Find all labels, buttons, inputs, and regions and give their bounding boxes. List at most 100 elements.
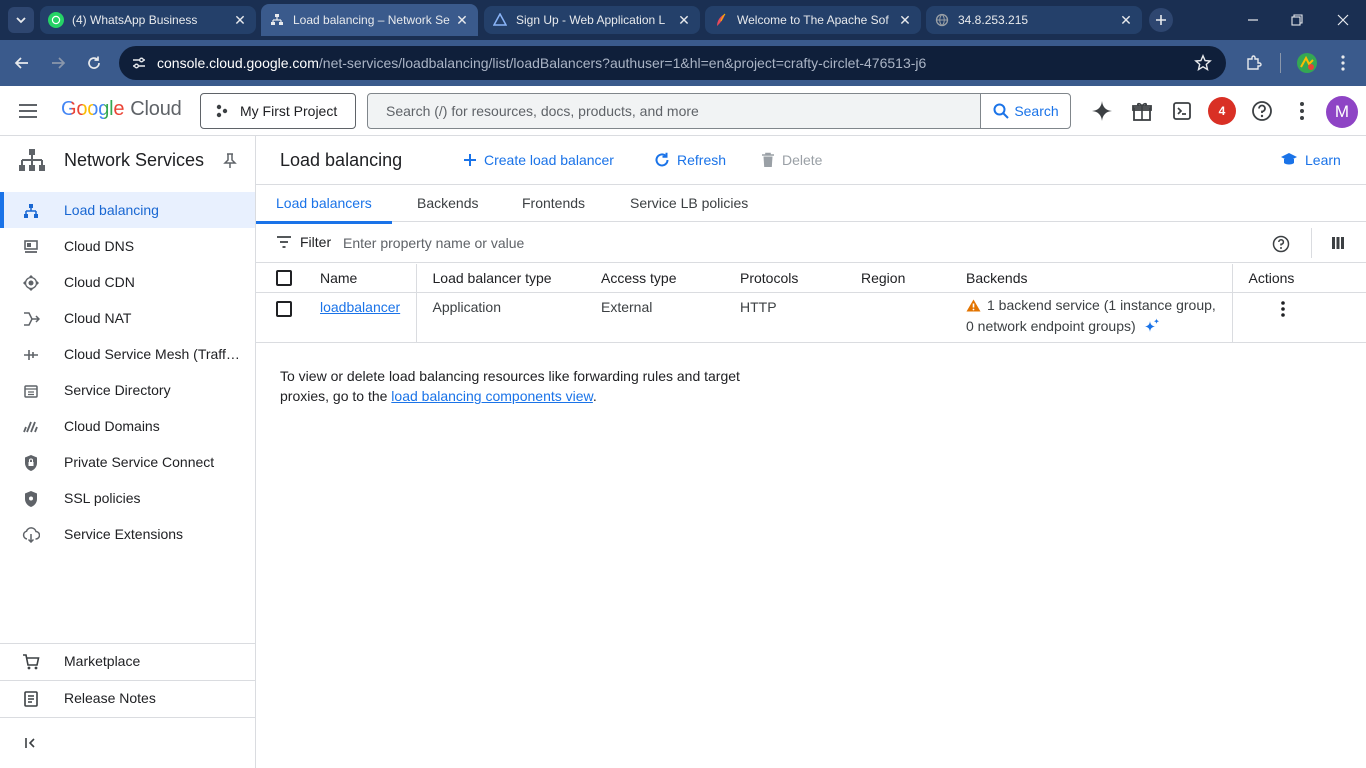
sidebar-item-label: Load balancing [64, 202, 159, 218]
extensions-puzzle-icon[interactable] [1241, 50, 1267, 76]
restore-window-icon[interactable] [1274, 0, 1320, 40]
sidebar-item-release-notes[interactable]: Release Notes [0, 680, 255, 716]
logo-google: Google [61, 98, 125, 120]
search-button[interactable]: Search [980, 94, 1070, 128]
search-input[interactable]: Search (/) for resources, docs, products… [368, 94, 980, 128]
delete-label: Delete [782, 152, 823, 168]
load-balancer-name-link[interactable]: loadbalancer [320, 299, 400, 315]
close-tab-icon[interactable]: ✕ [897, 12, 913, 28]
main-menu-icon[interactable] [16, 99, 40, 123]
release-notes-icon [22, 690, 40, 708]
profile-icon[interactable] [1294, 50, 1320, 76]
project-picker-button[interactable]: My First Project [200, 93, 356, 129]
sidebar-item-marketplace[interactable]: Marketplace [0, 643, 255, 679]
tab-search-button[interactable] [8, 7, 34, 33]
sidebar-item-private-service-connect[interactable]: Private Service Connect [0, 444, 255, 480]
ssl-shield-icon [22, 490, 40, 508]
sidebar-item-cloud-service-mesh[interactable]: Cloud Service Mesh (Traffic Director) [0, 336, 255, 372]
tab-load-balancers[interactable]: Load balancers [256, 185, 392, 224]
minimize-window-icon[interactable] [1230, 0, 1276, 40]
tab-frontends[interactable]: Frontends [522, 185, 585, 223]
sidebar-item-load-balancing[interactable]: Load balancing [0, 192, 255, 228]
domains-icon [22, 418, 40, 436]
browser-toolbar: console.cloud.google.com/net-services/lo… [0, 40, 1366, 86]
components-view-link[interactable]: load balancing components view [391, 388, 593, 404]
column-header-name[interactable]: Name [320, 264, 416, 293]
back-icon[interactable] [9, 50, 35, 76]
sidebar-item-label: Marketplace [64, 653, 141, 669]
browser-tab-strip: (4) WhatsApp Business ✕ Load balancing –… [0, 0, 1366, 40]
sidebar: Network Services Load balancing Cloud DN… [0, 136, 256, 768]
web-app-icon [492, 12, 508, 28]
tab-backends[interactable]: Backends [417, 185, 478, 223]
column-header-type[interactable]: Load balancer type [415, 264, 601, 293]
whatsapp-icon [48, 12, 64, 28]
cloud-shell-icon[interactable] [1170, 99, 1194, 123]
close-tab-icon[interactable]: ✕ [232, 12, 248, 28]
cloud-console-header: Google Cloud My First Project Search (/) … [0, 86, 1366, 136]
pin-icon[interactable] [223, 153, 237, 169]
delete-button[interactable]: Delete [761, 152, 822, 168]
column-display-options-icon[interactable] [1331, 236, 1345, 250]
close-window-icon[interactable] [1320, 0, 1366, 40]
backends-summary: 1 backend service (1 instance group, [987, 296, 1216, 313]
site-settings-icon[interactable] [131, 55, 147, 71]
create-load-balancer-button[interactable]: Create load balancer [463, 152, 614, 168]
sidebar-item-ssl-policies[interactable]: SSL policies [0, 480, 255, 516]
column-header-backends[interactable]: Backends [966, 264, 1232, 293]
plus-icon [1156, 15, 1166, 25]
help-icon[interactable] [1250, 99, 1274, 123]
address-bar[interactable]: console.cloud.google.com/net-services/lo… [119, 46, 1226, 80]
sidebar-item-label: Service Directory [64, 382, 171, 398]
gemini-sparkle-icon[interactable] [1090, 99, 1114, 123]
search-bar[interactable]: Search (/) for resources, docs, products… [367, 93, 1071, 129]
help-icon[interactable] [1272, 235, 1290, 253]
filter-label: Filter [300, 234, 332, 250]
sidebar-item-cloud-domains[interactable]: Cloud Domains [0, 408, 255, 444]
project-name: My First Project [240, 103, 338, 119]
search-button-label: Search [1014, 103, 1059, 119]
close-tab-icon[interactable]: ✕ [454, 12, 470, 28]
close-tab-icon[interactable]: ✕ [676, 12, 692, 28]
sidebar-item-cloud-nat[interactable]: Cloud NAT [0, 300, 255, 336]
more-options-icon[interactable] [1290, 99, 1314, 123]
learn-button[interactable]: Learn [1280, 152, 1341, 168]
gift-icon[interactable] [1130, 99, 1154, 123]
notifications-badge[interactable]: 4 [1208, 97, 1236, 125]
sidebar-item-cloud-cdn[interactable]: Cloud CDN [0, 264, 255, 300]
browser-tab[interactable]: Sign Up - Web Application L ✕ [484, 6, 700, 34]
close-tab-icon[interactable]: ✕ [1118, 12, 1134, 28]
extensions-icon [22, 526, 40, 544]
sidebar-item-label: Service Extensions [64, 526, 184, 542]
row-actions-menu-icon[interactable] [1280, 300, 1285, 317]
tab-title: Sign Up - Web Application L [516, 13, 666, 27]
browser-tab[interactable]: Welcome to The Apache Sof ✕ [705, 6, 921, 34]
google-cloud-logo[interactable]: Google Cloud [61, 98, 182, 121]
tab-service-lb-policies[interactable]: Service LB policies [630, 185, 748, 223]
column-header-region[interactable]: Region [861, 264, 966, 293]
refresh-button[interactable]: Refresh [654, 152, 726, 168]
browser-tab-active[interactable]: Load balancing – Network Se ✕ [261, 4, 478, 36]
browser-menu-icon[interactable] [1330, 50, 1356, 76]
bookmark-star-icon[interactable] [1194, 54, 1212, 72]
reload-icon[interactable] [81, 50, 107, 76]
browser-tab[interactable]: 34.8.253.215 ✕ [926, 6, 1142, 34]
new-tab-button[interactable] [1149, 8, 1173, 32]
components-view-note: To view or delete load balancing resourc… [280, 366, 760, 406]
forward-icon[interactable] [45, 50, 71, 76]
select-all-checkbox[interactable] [276, 269, 292, 286]
filter-button[interactable]: Filter [276, 234, 331, 250]
sidebar-item-label: SSL policies [64, 490, 141, 506]
column-header-access[interactable]: Access type [601, 264, 740, 293]
row-checkbox[interactable] [276, 300, 292, 317]
filter-input[interactable]: Enter property name or value [343, 235, 524, 251]
sidebar-item-service-extensions[interactable]: Service Extensions [0, 516, 255, 552]
browser-tab[interactable]: (4) WhatsApp Business ✕ [40, 6, 256, 34]
sidebar-item-cloud-dns[interactable]: Cloud DNS [0, 228, 255, 264]
sidebar-item-service-directory[interactable]: Service Directory [0, 372, 255, 408]
column-header-protocols[interactable]: Protocols [740, 264, 861, 293]
load-balancing-icon [269, 12, 285, 28]
account-avatar[interactable]: M [1326, 96, 1358, 128]
warning-icon [966, 299, 981, 311]
collapse-sidebar-icon[interactable] [24, 736, 38, 750]
